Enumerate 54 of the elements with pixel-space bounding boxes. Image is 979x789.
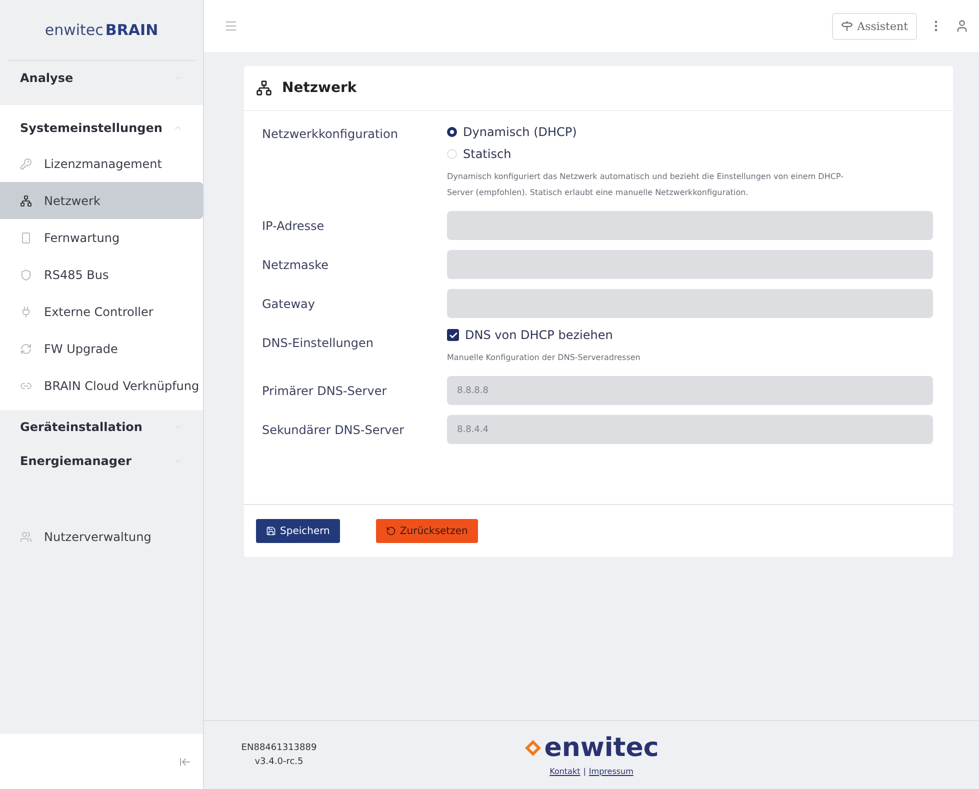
- save-button[interactable]: Speichern: [256, 519, 340, 543]
- field-label: Primärer DNS-Server: [262, 384, 388, 398]
- radio-label: Statisch: [463, 147, 512, 161]
- save-icon: [266, 526, 276, 536]
- reset-icon: [386, 526, 396, 536]
- sidebar-item[interactable]: Nutzerverwaltung: [0, 518, 203, 555]
- sidebar-item[interactable]: BRAIN Cloud Verknüpfung: [0, 367, 203, 404]
- shield-icon: [20, 268, 32, 280]
- collapse-icon[interactable]: [179, 756, 191, 768]
- footer-link[interactable]: Kontakt: [550, 766, 580, 776]
- menu-icon[interactable]: [224, 19, 238, 33]
- version-text: v3.4.0-rc.5: [254, 757, 304, 767]
- network-icon: [256, 80, 272, 96]
- sidebar-item[interactable]: Fernwartung: [0, 219, 203, 256]
- radio-label: Dynamisch (DHCP): [463, 125, 577, 139]
- reset-button[interactable]: Zurücksetzen: [376, 519, 478, 543]
- field-label: IP-Adresse: [262, 218, 326, 232]
- users-icon: [20, 530, 32, 542]
- user-icon[interactable]: [955, 19, 969, 33]
- network-icon: [20, 194, 32, 206]
- refresh-icon: [20, 342, 32, 354]
- radio-option[interactable]: Statisch: [447, 147, 933, 161]
- serial-number: EN88461313889: [241, 743, 317, 753]
- signpost-icon: [841, 20, 854, 32]
- field-label: Sekundärer DNS-Server: [262, 422, 406, 436]
- field-label: Netzwerkkonfiguration: [262, 126, 399, 141]
- plug-icon: [20, 306, 32, 318]
- field-label: Gateway: [262, 296, 316, 310]
- checkbox-label: DNS von DHCP beziehen: [465, 328, 613, 342]
- sidebar-item[interactable]: FW Upgrade: [0, 330, 203, 367]
- field-label: DNS-Einstellungen: [262, 335, 375, 350]
- sidebar-item[interactable]: Lizenzmanagement: [0, 145, 203, 182]
- brand-logo: enwitec BRAIN: [8, 0, 195, 61]
- dns-checkbox-option[interactable]: DNS von DHCP beziehen: [447, 328, 933, 342]
- assistant-button[interactable]: Assistent: [832, 12, 917, 40]
- sidebar-group-label[interactable]: Energiemanager: [20, 454, 132, 468]
- key-icon: [20, 158, 32, 170]
- sidebar-item[interactable]: Externe Controller: [0, 293, 203, 330]
- help-text: Dynamisch konfiguriert das Netzwerk automatisch und bezieht die Einstellungen von einem DHCP-Server (empfohlen). Statisch erlaubt eine manuelle Netzwerkkonfiguration.: [447, 171, 844, 199]
- sidebar-item[interactable]: RS485 Bus: [0, 256, 203, 293]
- help-text: Manuelle Konfiguration der DNS-Serveradressen: [447, 352, 642, 364]
- field-label: Netzmaske: [262, 258, 330, 272]
- sidebar-item[interactable]: Netzwerk: [0, 182, 203, 219]
- footer-link[interactable]: Impressum: [588, 766, 634, 776]
- sidebar-group-label[interactable]: Systemeinstellungen: [20, 121, 162, 135]
- checkbox[interactable]: [447, 329, 459, 341]
- footer-logo: enwitec: [524, 734, 659, 760]
- separator: |: [583, 766, 586, 776]
- radio-icon[interactable]: [447, 127, 457, 137]
- sidebar-group-label[interactable]: Analyse: [20, 71, 74, 85]
- radio-option[interactable]: Dynamisch (DHCP): [447, 125, 933, 139]
- phone-icon: [20, 232, 32, 244]
- card-title: Netzwerk: [282, 80, 357, 96]
- sidebar-group-label[interactable]: Geräteinstallation: [20, 420, 142, 434]
